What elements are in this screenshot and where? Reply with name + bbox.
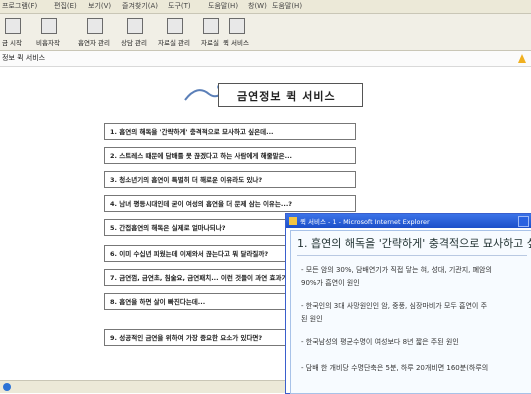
search-icon (127, 18, 143, 34)
popup-titlebar[interactable]: 퀵 서비스 - 1 - Microsoft Internet Explorer (286, 214, 531, 228)
throbber-icon (518, 54, 526, 63)
toolbar-nonsmoker-label: 비흡자작 (36, 39, 60, 47)
popup-content: 1. 흡연의 해독을 '간략하게' 충격적으로 묘사하고 싶은 - 모든 암의 … (290, 230, 531, 394)
close-icon[interactable] (518, 216, 529, 227)
popup-line: 된 원인 (301, 315, 323, 323)
menu-item-edit[interactable]: 편집(E) (54, 1, 77, 11)
service-title-text: 금연정보 퀵 서비스 (237, 90, 336, 103)
search-icon (87, 18, 103, 34)
toolbar-smoker-manage-label: 흡연자 관리 (78, 39, 110, 47)
popup-line: 90%가 흡연이 원인 (301, 279, 360, 287)
question-item-2[interactable]: 2. 스트레스 때문에 담배를 못 끊겠다고 하는 사람에게 해줄말은... (104, 147, 356, 164)
toolbar-nonsmoker-button[interactable]: 비흡자작 (32, 17, 62, 49)
question-text: 5. 간접흡연의 해독은 실제로 얼마나되나? (110, 224, 226, 232)
question-text: 4. 남녀 평등시대인데 굳이 여성의 흡연을 더 문제 삼는 이유는...? (110, 200, 293, 208)
popup-window[interactable]: 퀵 서비스 - 1 - Microsoft Internet Explorer … (285, 213, 531, 394)
toolbar-consult-manage-button[interactable]: 상담 관리 (118, 17, 148, 49)
ie-icon (289, 217, 297, 225)
question-text: 9. 성공적인 금연을 위하여 가장 중요한 요소가 있다면? (110, 334, 263, 342)
popup-line: - 한국남성의 평균수명이 여성보다 8년 짧은 주된 원인 (301, 338, 459, 346)
menu-item-help-2[interactable]: 도움말(H) (272, 1, 302, 11)
home-icon (5, 18, 21, 34)
toolbar: 금 시작 비흡자작 흡연자 관리 상담 관리 자료실 관리 자료실 퀵 서비스 (0, 14, 531, 51)
menu-item-help[interactable]: 도움말(H) (208, 1, 238, 11)
toolbar-start-button[interactable]: 금 시작 (0, 17, 26, 49)
popup-divider (297, 255, 527, 256)
popup-heading: 1. 흡연의 해독을 '간략하게' 충격적으로 묘사하고 싶은 (297, 237, 531, 250)
menu-bar: 프로그램(F) 편집(E) 보기(V) 즐겨찾기(A) 도구(T) 도움말(H)… (0, 0, 531, 14)
popup-line: - 담배 한 개비당 수명단축은 5분, 하루 20개비면 160분(하루의 (301, 364, 489, 372)
user-icon (229, 18, 245, 34)
service-title: 금연정보 퀵 서비스 (218, 83, 363, 107)
question-item-4[interactable]: 4. 남녀 평등시대인데 굳이 여성의 흡연을 더 문제 삼는 이유는...? (104, 195, 356, 212)
popup-line: - 한국인의 3대 사망원인인 암, 중풍, 심장마비가 모두 흡연이 주 (301, 302, 488, 310)
question-text: 2. 스트레스 때문에 담배를 못 끊겠다고 하는 사람에게 해줄말은... (110, 152, 293, 160)
toolbar-quick-service-button[interactable]: 퀵 서비스 (220, 17, 250, 49)
question-item-1[interactable]: 1. 흡연의 해독을 '간략하게' 충격적으로 묘사하고 싶은데... (104, 123, 356, 140)
question-text: 7. 금연껌, 금연초, 침술요, 금연패치... 이런 것들이 과연 효과가 … (110, 274, 306, 282)
popup-line: - 모든 암의 30%, 담배연기가 직접 닿는 혀, 성대, 기관지, 폐암의 (301, 266, 492, 274)
monitor-icon (41, 18, 57, 34)
toolbar-quick-service-label: 퀵 서비스 (223, 39, 249, 47)
page-title-bar: 정보 퀵 서비스 (0, 51, 531, 67)
menu-item-window[interactable]: 창(W) (248, 1, 267, 11)
page-title: 정보 퀵 서비스 (2, 54, 46, 62)
toolbar-archive-manage-button[interactable]: 자료실 관리 (158, 17, 190, 49)
question-text: 1. 흡연의 해독을 '간략하게' 충격적으로 묘사하고 싶은데... (110, 128, 274, 136)
user-icon (203, 18, 219, 34)
toolbar-consult-manage-label: 상담 관리 (121, 39, 147, 47)
ie-status-icon (3, 383, 11, 391)
question-text: 3. 청소년기의 흡연이 특별히 더 해로운 이유라도 있나? (110, 176, 263, 184)
toolbar-smoker-manage-button[interactable]: 흡연자 관리 (78, 17, 110, 49)
menu-item-view[interactable]: 보기(V) (88, 1, 111, 11)
menu-item-favorites[interactable]: 즐겨찾기(A) (122, 1, 158, 11)
question-item-3[interactable]: 3. 청소년기의 흡연이 특별히 더 해로운 이유라도 있나? (104, 171, 356, 188)
menu-item-program[interactable]: 프로그램(F) (2, 1, 37, 11)
menu-item-tools[interactable]: 도구(T) (168, 1, 191, 11)
status-bar (0, 380, 285, 393)
document-icon (167, 18, 183, 34)
popup-title: 퀵 서비스 - 1 - Microsoft Internet Explorer (300, 218, 430, 226)
question-text: 8. 흡연을 하면 살이 빠진다는데... (110, 298, 206, 306)
question-text: 6. 이미 수십년 피웠는데 이제와서 끊는다고 뭐 달라질까? (110, 250, 269, 258)
